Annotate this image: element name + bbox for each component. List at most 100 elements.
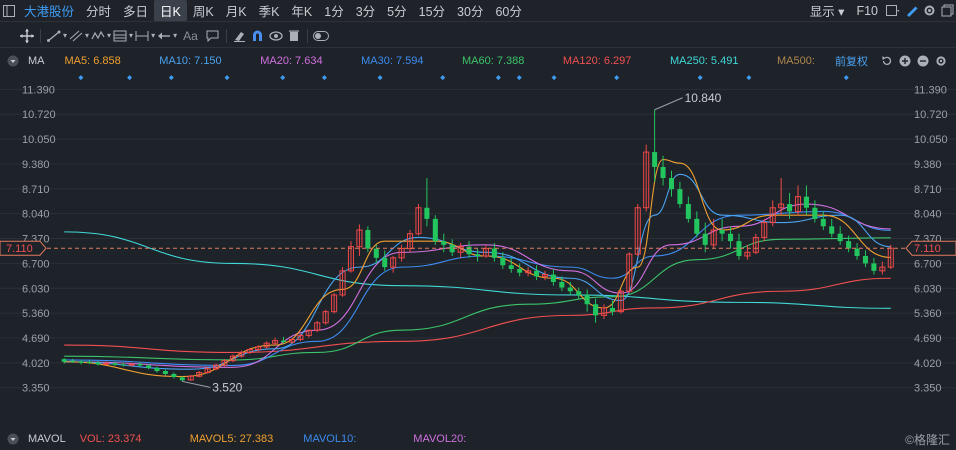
- f10-button[interactable]: F10: [850, 4, 884, 18]
- signal-marker: [551, 75, 557, 81]
- ma-value-6: MA250: 5.491: [669, 55, 739, 67]
- collapse-volume-icon[interactable]: [4, 430, 22, 448]
- period-tab-10[interactable]: 15分: [413, 1, 451, 20]
- y-tick-left: 9.380: [22, 159, 50, 171]
- kline-chart[interactable]: 11.390 11.390 10.720 10.720 10.050 10.050 9.38…: [0, 72, 956, 428]
- drawing-toolbar: ▾ ▾ ▾ ▾ ▾ ▾ Aa: [0, 24, 956, 48]
- y-tick-right: 4.690: [914, 333, 942, 345]
- signal-marker: [516, 75, 522, 81]
- candle-body: [652, 152, 658, 167]
- signal-marker: [280, 75, 286, 81]
- candle-body: [424, 207, 430, 219]
- candle-body: [154, 368, 160, 372]
- candle-body: [146, 365, 152, 369]
- fibonacci-tool-icon[interactable]: [111, 27, 129, 45]
- period-tab-11[interactable]: 30分: [451, 1, 489, 20]
- ma-indicator-label[interactable]: MA: [28, 55, 45, 67]
- candle-body: [95, 362, 101, 365]
- settings-icon[interactable]: [920, 2, 938, 20]
- ma-values: MA5: 6.858 MA10: 7.150 MA20: 7.634 MA30: 7.…: [65, 55, 836, 67]
- candle-body: [787, 204, 793, 212]
- candle-body: [660, 166, 666, 179]
- candle-body: [550, 274, 556, 282]
- period-tab-3[interactable]: 周K: [187, 1, 220, 20]
- display-menu[interactable]: 显示 ▾: [804, 1, 851, 20]
- y-tick-right: 11.390: [914, 84, 947, 96]
- period-tab-0[interactable]: 分时: [80, 1, 117, 20]
- ma-legend-bar: MA MA5: 6.858 MA10: 7.150 MA20: 7.634 MA30:…: [0, 52, 956, 70]
- stock-name[interactable]: 大港股份: [18, 1, 80, 20]
- eye-icon[interactable]: [267, 27, 285, 45]
- toggle-icon[interactable]: [312, 27, 330, 45]
- ma-value-4: MA60: 7.388: [462, 55, 525, 67]
- period-tab-1[interactable]: 多日: [117, 1, 154, 20]
- candle-body: [559, 281, 565, 288]
- y-tick-left: 4.690: [22, 333, 50, 345]
- sidebar-toggle-icon[interactable]: [0, 2, 18, 20]
- y-tick-right: 8.710: [914, 184, 942, 196]
- ma-value-3: MA30: 7.594: [361, 55, 424, 67]
- zoom-out-icon[interactable]: [914, 52, 932, 70]
- period-tab-4[interactable]: 月K: [220, 1, 253, 20]
- candle-body: [162, 371, 168, 375]
- indicator-settings-icon[interactable]: [932, 52, 950, 70]
- period-tab-5[interactable]: 季K: [253, 1, 286, 20]
- candle-body: [441, 241, 447, 245]
- reset-icon[interactable]: [878, 52, 896, 70]
- candle-body: [78, 361, 84, 363]
- period-tab-9[interactable]: 5分: [381, 1, 412, 20]
- y-tick-right: 3.350: [914, 383, 942, 395]
- y-tick-left: 6.700: [22, 258, 50, 270]
- draw-pen-icon[interactable]: [902, 2, 920, 20]
- collapse-icon[interactable]: [4, 52, 22, 70]
- ma-value-5: MA120: 6.297: [562, 55, 632, 67]
- annotation-leader: [654, 97, 683, 111]
- period-tab-7[interactable]: 1分: [318, 1, 349, 20]
- text-tool[interactable]: Aa: [177, 29, 204, 43]
- candle-body: [728, 233, 734, 242]
- candle-body: [103, 362, 110, 365]
- candle-body: [820, 218, 826, 227]
- arrow-left-icon[interactable]: [155, 27, 173, 45]
- range-measure-icon[interactable]: [133, 27, 151, 45]
- adjust-mode[interactable]: 前复权: [835, 53, 868, 69]
- trash-icon[interactable]: [285, 27, 303, 45]
- ma-value-0: MA5: 6.858: [64, 55, 121, 67]
- y-tick-right: 10.050: [914, 134, 948, 146]
- volume-indicator-label[interactable]: MAVOL: [28, 433, 66, 445]
- candle-body: [803, 196, 809, 208]
- comment-icon[interactable]: [204, 27, 222, 45]
- eraser-icon[interactable]: [231, 27, 249, 45]
- move-crosshair-icon[interactable]: [18, 27, 36, 45]
- y-tick-left: 10.050: [22, 134, 56, 146]
- candle-body: [871, 263, 877, 271]
- volume-value-0: VOL: 23.374: [79, 433, 142, 445]
- current-price-label-left: 7.110: [6, 243, 33, 255]
- candle-body: [584, 294, 590, 305]
- channel-tool-icon[interactable]: [67, 27, 85, 45]
- y-tick-right: 5.360: [914, 308, 942, 320]
- period-tab-6[interactable]: 年K: [285, 1, 318, 20]
- period-tab-8[interactable]: 3分: [350, 1, 381, 20]
- period-tab-2[interactable]: 日K: [154, 0, 187, 21]
- candle-body: [829, 226, 835, 234]
- signal-marker: [224, 75, 230, 81]
- magnet-icon[interactable]: [249, 27, 267, 45]
- zoom-in-icon[interactable]: [896, 52, 914, 70]
- candle-body: [508, 265, 514, 269]
- candle-body: [609, 307, 615, 312]
- candle-body: [837, 233, 843, 242]
- signal-marker: [127, 75, 133, 81]
- candle-body: [517, 268, 523, 273]
- volume-values: VOL: 23.374 MAVOL5: 27.383 MAVOL10: MAVOL20…: [80, 433, 494, 445]
- high-price-label: 10.840: [685, 91, 722, 105]
- candle-body: [171, 374, 177, 377]
- layout-select-icon[interactable]: [884, 2, 902, 20]
- y-tick-right: 6.700: [914, 258, 942, 270]
- line-tool-icon[interactable]: [45, 27, 63, 45]
- candle-body: [112, 363, 118, 365]
- restore-window-icon[interactable]: [938, 2, 956, 20]
- candle-body: [593, 304, 599, 316]
- wave-tool-icon[interactable]: [89, 27, 107, 45]
- period-tab-12[interactable]: 60分: [489, 1, 527, 20]
